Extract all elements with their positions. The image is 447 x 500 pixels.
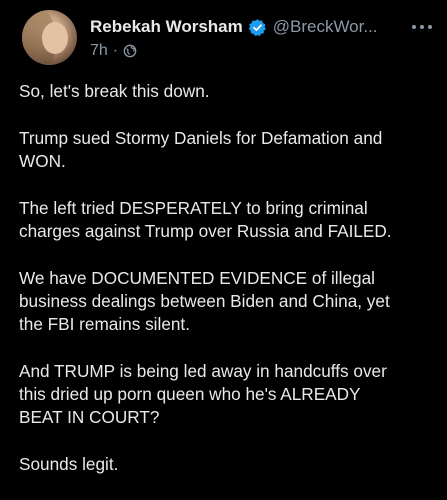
author-display-name[interactable]: Rebekah Worsham [90,17,243,37]
tweet-paragraph: Trump sued Stormy Daniels for Defamation… [19,128,383,171]
tweet-header: Rebekah Worsham @BreckWor... [90,14,437,40]
tweet-card: Rebekah Worsham @BreckWor... 7h · So, le… [0,0,447,500]
tweet-paragraph: We have DOCUMENTED EVIDENCE of illegal b… [19,268,390,334]
tweet-meta: 7h · [90,41,137,61]
tweet-timestamp[interactable]: 7h [90,42,108,60]
tweet-paragraph: The left tried DESPERATELY to bring crim… [19,198,392,241]
avatar[interactable] [22,10,77,65]
more-options-icon[interactable] [411,18,433,29]
globe-icon [123,44,137,58]
tweet-paragraph: So, let's break this down. [19,81,210,101]
tweet-paragraph: Sounds legit. [19,454,119,474]
meta-separator: · [112,42,119,59]
tweet-paragraph: And TRUMP is being led away in handcuffs… [19,361,387,427]
author-handle[interactable]: @BreckWor... [273,17,378,37]
verified-badge-icon [248,18,267,37]
avatar-face [42,22,68,54]
tweet-body: So, let's break this down. Trump sued St… [19,80,439,500]
